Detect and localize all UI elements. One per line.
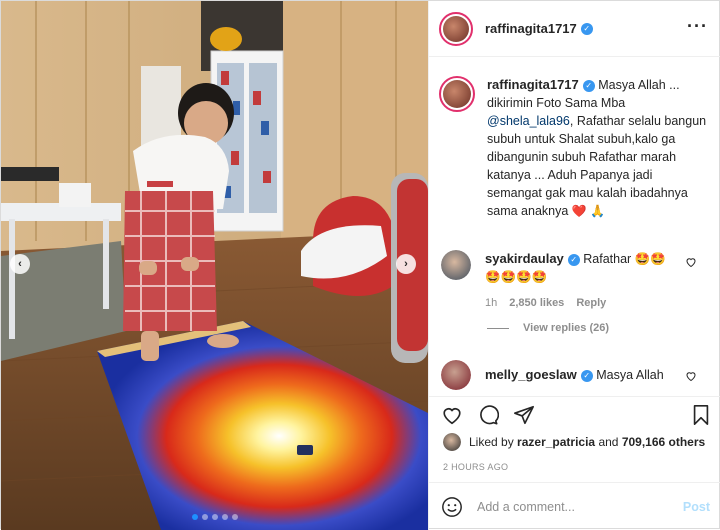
comments-section: raffinagita1717 ✓ Masya Allah ... dikirim… (429, 58, 720, 396)
next-photo-button[interactable]: › (396, 254, 416, 274)
liker-avatar[interactable] (443, 433, 461, 451)
caption-emoji: ❤️ 🙏 (571, 204, 606, 218)
carousel-dot (191, 514, 198, 520)
post-photo[interactable]: ‹ › (1, 1, 428, 530)
add-comment-bar: Post (429, 482, 720, 530)
previous-photo-button[interactable]: ‹ (10, 254, 30, 274)
emoji-picker-icon[interactable] (441, 496, 463, 518)
likes-summary: Liked by razer_patricia and 709,166 othe… (443, 433, 705, 451)
instagram-post: ‹ › raffinagita1717 ✓ ··· raffinagita171… (0, 0, 720, 530)
comment-meta: 1h 2,850 likes Reply (485, 294, 695, 312)
post-header: raffinagita1717 ✓ ··· (429, 1, 720, 57)
chevron-right-icon: › (404, 258, 408, 270)
more-options-icon[interactable]: ··· (687, 17, 708, 35)
caption-text: raffinagita1717 ✓ Masya Allah ... dikirim… (487, 76, 707, 220)
comment-text-line2: 🤩🤩🤩🤩 (485, 270, 548, 284)
comment-bubble-icon[interactable] (477, 404, 499, 426)
likes-and: and (598, 435, 619, 449)
caption-author-avatar[interactable] (439, 76, 475, 112)
action-bar (429, 396, 720, 432)
verified-badge-icon: ✓ (567, 253, 580, 266)
comment-input[interactable] (477, 499, 667, 514)
verified-badge-icon: ✓ (582, 79, 595, 92)
comment-time: 1h (485, 297, 498, 309)
like-comment-heart-icon[interactable] (685, 256, 697, 268)
save-bookmark-icon[interactable] (690, 404, 712, 426)
comment-item: syakirdaulay ✓ Rafathar 🤩🤩 🤩🤩🤩🤩 1h 2,850 … (439, 250, 715, 312)
commenter-avatar[interactable] (441, 250, 471, 280)
likes-count[interactable]: 709,166 others (622, 435, 705, 449)
view-replies-label: View replies (26) (523, 322, 610, 334)
commenter-avatar[interactable] (441, 360, 471, 390)
post-side-panel: raffinagita1717 ✓ ··· raffinagita1717 ✓ M… (428, 1, 720, 530)
caption-body-end: , Rafathar selalu bangun subuh untuk Sha… (487, 114, 707, 218)
share-send-icon[interactable] (513, 404, 535, 426)
carousel-dot (201, 514, 208, 520)
replies-divider (487, 327, 509, 329)
comment-text: Masya Allah (596, 368, 664, 382)
carousel-dot (221, 514, 228, 520)
like-comment-heart-icon[interactable] (685, 370, 697, 382)
post-timestamp[interactable]: 2 HOURS AGO (443, 462, 508, 472)
like-heart-icon[interactable] (441, 404, 463, 426)
caption-username[interactable]: raffinagita1717 (487, 77, 579, 92)
author-username[interactable]: raffinagita1717 (485, 21, 577, 36)
verified-badge-icon: ✓ (580, 22, 593, 35)
post-comment-button[interactable]: Post (683, 500, 710, 514)
caption-mention-link[interactable]: @shela_lala96 (487, 114, 570, 128)
post-caption: raffinagita1717 ✓ Masya Allah ... dikirim… (439, 76, 715, 220)
verified-badge-icon: ✓ (580, 369, 593, 382)
comment-likes-count[interactable]: 2,850 likes (509, 294, 564, 312)
carousel-dot (211, 514, 218, 520)
commenter-username[interactable]: syakirdaulay (485, 251, 564, 266)
liker-username[interactable]: razer_patricia (517, 435, 595, 449)
comment-body: melly_goeslaw ✓ Masya Allah (485, 360, 695, 390)
chevron-left-icon: ‹ (18, 258, 22, 270)
carousel-indicator (1, 514, 428, 520)
comment-body: syakirdaulay ✓ Rafathar 🤩🤩 🤩🤩🤩🤩 1h 2,850 … (485, 250, 695, 312)
likes-prefix: Liked by (469, 435, 514, 449)
carousel-dot (231, 514, 238, 520)
view-replies-button[interactable]: View replies (26) (487, 322, 609, 334)
author-avatar[interactable] (439, 11, 473, 46)
commenter-username[interactable]: melly_goeslaw (485, 367, 577, 382)
comment-text: Rafathar 🤩🤩 (583, 252, 666, 266)
photo-boy-praying-on-rug (1, 1, 428, 530)
comment-item: melly_goeslaw ✓ Masya Allah (439, 360, 715, 390)
reply-button[interactable]: Reply (576, 294, 606, 312)
